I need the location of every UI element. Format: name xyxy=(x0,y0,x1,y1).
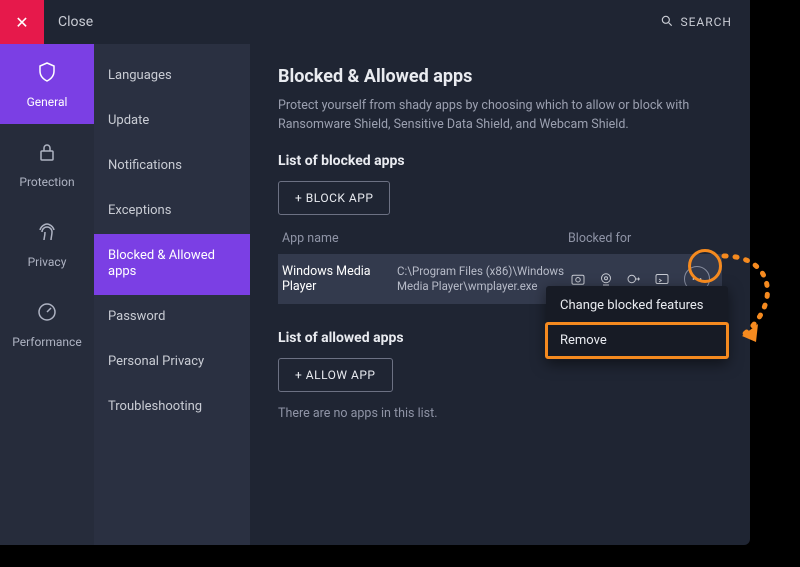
rail-item-general[interactable]: General xyxy=(0,44,94,124)
col-blockedfor: Blocked for xyxy=(568,231,718,246)
subnav-personal-privacy[interactable]: Personal Privacy xyxy=(94,340,250,385)
page-description: Protect yourself from shady apps by choo… xyxy=(278,97,722,135)
subnav-languages[interactable]: Languages xyxy=(94,54,250,99)
gauge-icon xyxy=(35,300,59,327)
search-label: SEARCH xyxy=(680,15,732,29)
search-icon xyxy=(660,14,674,31)
rail-item-protection[interactable]: Protection xyxy=(0,124,94,204)
settings-subnav: Languages Update Notifications Exception… xyxy=(94,44,250,545)
subnav-password[interactable]: Password xyxy=(94,295,250,340)
row-context-menu: Change blocked features Remove xyxy=(546,286,728,360)
category-rail: General Protection Privacy Performance xyxy=(0,44,94,545)
allowed-empty-text: There are no apps in this list. xyxy=(278,406,722,421)
close-icon: ✕ xyxy=(15,13,28,32)
close-button[interactable]: ✕ xyxy=(0,0,44,44)
app-name: Windows Media Player xyxy=(282,264,397,294)
settings-window: ✕ Close SEARCH General Protection xyxy=(0,0,750,545)
allow-app-button[interactable]: + ALLOW APP xyxy=(278,358,393,392)
blocked-heading: List of blocked apps xyxy=(278,153,722,169)
col-appname: App name xyxy=(282,231,397,246)
subnav-blocked-allowed[interactable]: Blocked & Allowed apps xyxy=(94,234,250,296)
rail-item-performance[interactable]: Performance xyxy=(0,284,94,364)
rail-label: Performance xyxy=(12,335,81,349)
page-title: Blocked & Allowed apps xyxy=(278,66,722,87)
rail-label: Privacy xyxy=(28,255,67,269)
close-label: Close xyxy=(58,14,93,30)
subnav-update[interactable]: Update xyxy=(94,99,250,144)
rail-item-privacy[interactable]: Privacy xyxy=(0,204,94,284)
shield-icon xyxy=(35,60,59,87)
menu-change-blocked-features[interactable]: Change blocked features xyxy=(546,288,728,323)
app-path: C:\Program Files (x86)\Windows Media Pla… xyxy=(397,264,568,294)
block-app-button[interactable]: + BLOCK APP xyxy=(278,181,390,215)
search-button[interactable]: SEARCH xyxy=(660,14,732,31)
rail-label: Protection xyxy=(19,175,74,189)
menu-remove[interactable]: Remove xyxy=(546,323,728,358)
subnav-exceptions[interactable]: Exceptions xyxy=(94,189,250,234)
subnav-notifications[interactable]: Notifications xyxy=(94,144,250,189)
subnav-troubleshooting[interactable]: Troubleshooting xyxy=(94,385,250,430)
titlebar: ✕ Close SEARCH xyxy=(0,0,750,44)
blocked-table-header: App name Blocked for xyxy=(278,219,722,254)
fingerprint-icon xyxy=(35,220,59,247)
lock-icon xyxy=(35,140,59,167)
rail-label: General xyxy=(27,95,68,109)
